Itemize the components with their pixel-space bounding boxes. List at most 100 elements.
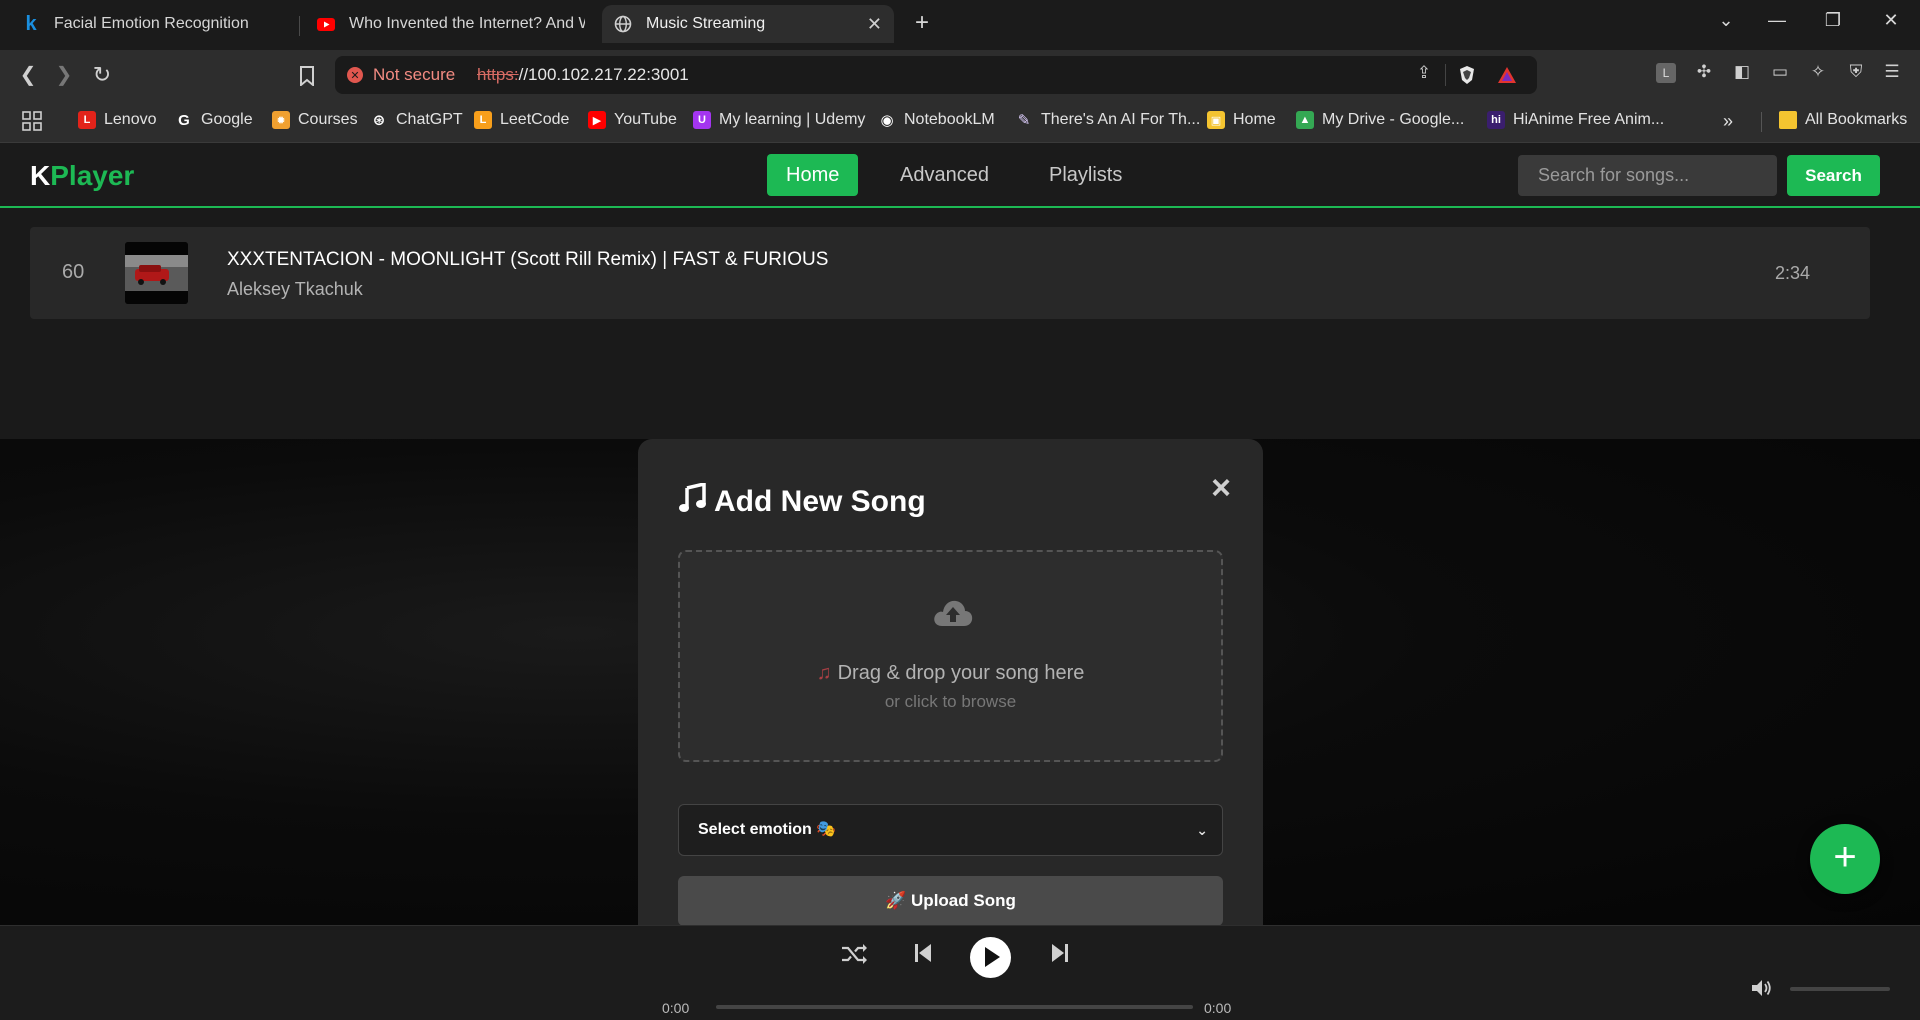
bookmark-item[interactable]: hi HiAnime Free Anim... <box>1487 111 1664 129</box>
bookmark-label: Lenovo <box>104 111 157 128</box>
song-search-input[interactable] <box>1518 155 1777 196</box>
tab-title: Who Invented the Internet? And Wh <box>349 15 585 32</box>
apps-grid-icon[interactable] <box>22 111 42 131</box>
more-bookmarks-icon[interactable]: » <box>1723 111 1733 132</box>
close-icon[interactable]: × <box>1211 469 1231 508</box>
minimize-icon[interactable]: — <box>1757 10 1797 31</box>
add-song-modal: Add New Song × ♫ Drag & drop your song he… <box>638 439 1263 939</box>
kplayer-logo[interactable]: KPlayer <box>30 160 134 192</box>
brave-shields-icon[interactable] <box>1455 63 1479 87</box>
song-list-area: 60 XXXTENTACION - MOONLIGHT (Scott Rill … <box>0 208 1920 439</box>
tab-search-chevron-icon[interactable]: ⌄ <box>1706 10 1746 31</box>
bookmark-item[interactable]: G Google <box>175 111 253 129</box>
profile-l-icon[interactable]: L <box>1654 62 1678 86</box>
close-window-icon[interactable]: ✕ <box>1871 10 1911 31</box>
volume-icon[interactable] <box>1751 979 1773 1002</box>
bookmark-label: HiAnime Free Anim... <box>1513 111 1665 128</box>
tab-title: Facial Emotion Recognition <box>54 15 249 32</box>
song-list-item[interactable]: 60 XXXTENTACION - MOONLIGHT (Scott Rill … <box>30 227 1870 319</box>
reload-icon[interactable]: ↻ <box>88 62 116 90</box>
divider <box>1445 64 1446 86</box>
globe-icon <box>614 15 632 33</box>
brave-rewards-icon[interactable] <box>1495 63 1519 87</box>
shuffle-icon[interactable] <box>840 942 868 972</box>
restore-icon[interactable]: ❐ <box>1813 10 1853 31</box>
tab-music-streaming[interactable]: Music Streaming ✕ <box>602 5 894 43</box>
bookmarks-bar: L Lenovo G Google ✹ Courses ⊛ ChatGPT L LeetCode ▶… <box>0 100 1920 143</box>
leo-ai-icon[interactable]: ✧ <box>1806 62 1830 86</box>
tab-youtube-video[interactable]: Who Invented the Internet? And Wh <box>305 5 585 43</box>
new-tab-icon[interactable]: + <box>902 9 942 37</box>
navigation-bar: ❮ ❯ ↻ ✕ Not secure https://100.102.217.2… <box>0 50 1920 100</box>
bookmark-favicon-icon: U <box>693 111 711 129</box>
bookmark-item[interactable]: ✎ There's An AI For Th... <box>1015 111 1201 129</box>
bookmark-item[interactable]: ⊛ ChatGPT <box>370 111 463 129</box>
music-note-icon: ♫ <box>816 662 832 684</box>
progress-bar[interactable] <box>716 1005 1193 1009</box>
bookmark-item[interactable]: U My learning | Udemy <box>693 111 865 129</box>
url-text: https://100.102.217.22:3001 <box>477 65 689 85</box>
tab-bar: k Facial Emotion Recognition Who Invente… <box>0 0 1920 50</box>
song-dropzone[interactable]: ♫ Drag & drop your song here or click to … <box>678 550 1223 762</box>
tab-title: Music Streaming <box>646 15 766 32</box>
bookmark-item[interactable]: ▣ Home <box>1207 111 1276 129</box>
not-secure-indicator[interactable]: ✕ Not secure <box>347 65 455 85</box>
folder-icon <box>1779 111 1797 129</box>
bookmark-label: ChatGPT <box>396 111 463 128</box>
modal-title-text: Add New Song <box>714 485 926 518</box>
nav-playlists[interactable]: Playlists <box>1030 154 1141 196</box>
forward-icon[interactable]: ❯ <box>50 62 78 90</box>
share-icon[interactable]: ⇪ <box>1412 63 1436 87</box>
bookmark-favicon-icon: L <box>78 111 96 129</box>
bookmark-favicon-icon: hi <box>1487 111 1505 129</box>
kplayer-app: KPlayer Home Advanced Playlists Search 6… <box>0 143 1920 1020</box>
bookmark-favicon-icon: ▲ <box>1296 111 1314 129</box>
bookmark-label: LeetCode <box>500 111 570 128</box>
bookmark-item[interactable]: L LeetCode <box>474 111 569 129</box>
emotion-select[interactable]: Select emotion 🎭 ⌄ <box>678 804 1223 856</box>
song-title: XXXTENTACION - MOONLIGHT (Scott Rill Rem… <box>227 249 829 270</box>
bookmark-label: My learning | Udemy <box>719 111 866 128</box>
play-button[interactable] <box>970 937 1011 978</box>
bookmark-item[interactable]: L Lenovo <box>78 111 157 129</box>
bookmark-favicon-icon: ◉ <box>880 112 894 129</box>
extensions-icon[interactable]: ✣ <box>1692 62 1716 86</box>
nav-advanced[interactable]: Advanced <box>881 154 1008 196</box>
logo-k: K <box>30 160 51 191</box>
tab-separator <box>299 16 300 36</box>
bookmark-favicon-icon: G <box>178 111 190 129</box>
search-button[interactable]: Search <box>1787 155 1880 196</box>
sidebar-icon[interactable]: ◧ <box>1730 62 1754 86</box>
previous-track-icon[interactable] <box>914 942 932 970</box>
address-bar[interactable]: ✕ Not secure https://100.102.217.22:3001… <box>335 56 1537 94</box>
bookmark-item[interactable]: ▲ My Drive - Google... <box>1296 111 1464 129</box>
all-bookmarks-folder[interactable]: All Bookmarks <box>1779 111 1907 129</box>
tab-facial-emotion[interactable]: k Facial Emotion Recognition <box>10 5 290 43</box>
player-bar: 0:00 0:00 <box>0 925 1920 1020</box>
menu-icon[interactable]: ☰ <box>1880 62 1904 86</box>
bookmark-label: There's An AI For Th... <box>1041 111 1201 128</box>
bookmark-label: YouTube <box>614 111 677 128</box>
warning-icon: ✕ <box>347 67 363 83</box>
url-protocol: https: <box>477 65 519 84</box>
bookmark-page-icon[interactable] <box>293 62 321 90</box>
bookmark-label: My Drive - Google... <box>1322 111 1465 128</box>
divider <box>1761 112 1762 132</box>
close-tab-icon[interactable]: ✕ <box>867 14 882 35</box>
k-logo-icon: k <box>25 12 37 35</box>
next-track-icon[interactable] <box>1051 942 1069 970</box>
bookmark-item[interactable]: ▶ YouTube <box>588 111 677 129</box>
bookmark-label: Google <box>201 111 253 128</box>
bookmark-item[interactable]: ◉ NotebookLM <box>878 111 994 129</box>
upload-song-button[interactable]: 🚀 Upload Song <box>678 876 1223 926</box>
not-secure-label: Not secure <box>373 65 456 84</box>
bookmark-item[interactable]: ✹ Courses <box>272 111 358 129</box>
add-song-fab[interactable]: + <box>1810 824 1880 894</box>
wallet-icon[interactable]: ▭ <box>1768 62 1792 86</box>
volume-slider[interactable] <box>1790 987 1890 991</box>
total-time: 0:00 <box>1204 1000 1232 1016</box>
nav-home[interactable]: Home <box>767 154 859 196</box>
back-icon[interactable]: ❮ <box>14 62 42 90</box>
cloud-upload-icon <box>932 596 974 628</box>
vpn-icon[interactable]: ⛨ <box>1844 62 1868 86</box>
